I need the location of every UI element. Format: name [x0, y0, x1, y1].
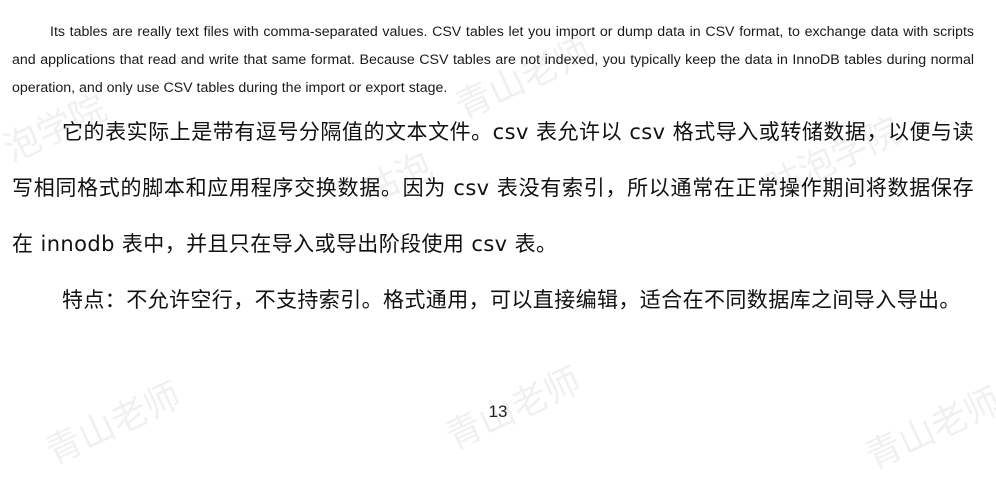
chinese-paragraph-features: 特点：不允许空行，不支持索引。格式通用，可以直接编辑，适合在不同数据库之间导入导…	[62, 288, 961, 312]
document-page: 泡学院 咕泡 青山老师 咕泡学院 青山老师 青山老师 青山老师 Its tabl…	[0, 0, 996, 478]
watermark: 青山老师	[859, 380, 996, 479]
page-number: 13	[488, 402, 508, 421]
english-paragraph: Its tables are really text files with co…	[12, 24, 974, 96]
chinese-paragraph-description: 它的表实际上是带有逗号分隔值的文本文件。csv 表允许以 csv 格式导入或转储…	[12, 120, 974, 256]
